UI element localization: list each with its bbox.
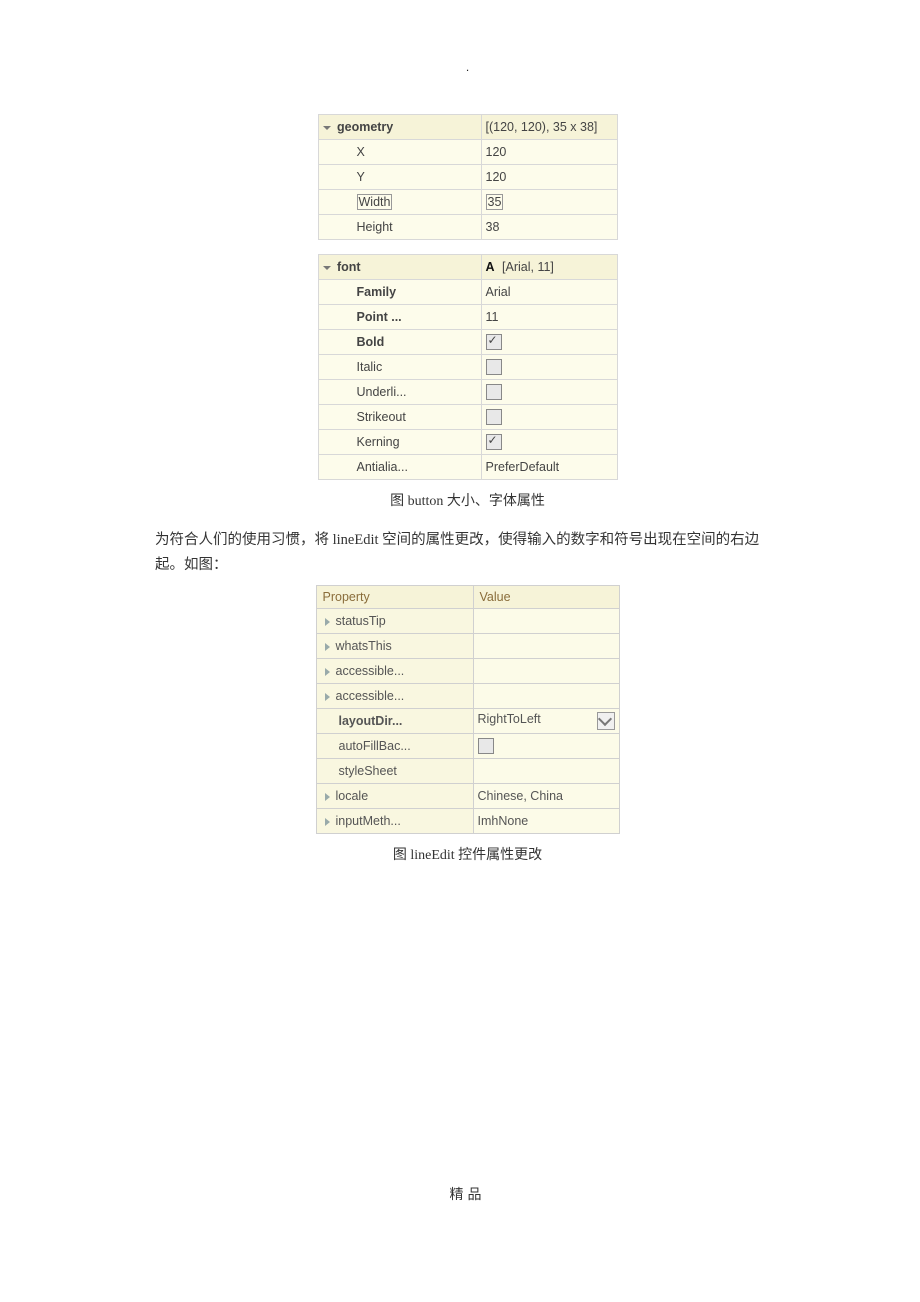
checkbox-icon[interactable] bbox=[486, 359, 502, 375]
checkbox-icon[interactable] bbox=[486, 434, 502, 450]
row-accessible2-label[interactable]: accessible... bbox=[316, 684, 473, 709]
row-stylesheet-value[interactable] bbox=[473, 759, 619, 784]
font-point-value[interactable]: 11 bbox=[481, 305, 617, 330]
font-bold-checkbox[interactable] bbox=[481, 330, 617, 355]
row-autofillbg-checkbox[interactable] bbox=[473, 734, 619, 759]
row-accessible2-value[interactable] bbox=[473, 684, 619, 709]
caption-button-props: 图 button 大小、字体属性 bbox=[155, 490, 780, 510]
expand-icon[interactable] bbox=[325, 693, 330, 701]
font-kerning-checkbox[interactable] bbox=[481, 430, 617, 455]
font-family-label[interactable]: Family bbox=[318, 280, 481, 305]
checkbox-icon[interactable] bbox=[486, 334, 502, 350]
expand-icon[interactable] bbox=[325, 618, 330, 626]
font-strikeout-checkbox[interactable] bbox=[481, 405, 617, 430]
row-whatsthis-label[interactable]: whatsThis bbox=[316, 634, 473, 659]
font-icon: A bbox=[486, 260, 495, 274]
font-underline-label[interactable]: Underli... bbox=[318, 380, 481, 405]
checkbox-icon[interactable] bbox=[478, 738, 494, 754]
row-stylesheet-label[interactable]: styleSheet bbox=[316, 759, 473, 784]
prop-width-label[interactable]: Width bbox=[318, 190, 481, 215]
font-italic-checkbox[interactable] bbox=[481, 355, 617, 380]
row-locale-value[interactable]: Chinese, China bbox=[473, 784, 619, 809]
row-statustip-label[interactable]: statusTip bbox=[316, 609, 473, 634]
geometry-header-label[interactable]: geometry bbox=[318, 115, 481, 140]
prop-y-value[interactable]: 120 bbox=[481, 165, 617, 190]
prop-x-value[interactable]: 120 bbox=[481, 140, 617, 165]
font-header-value[interactable]: A [Arial, 11] bbox=[481, 255, 617, 280]
prop-height-value[interactable]: 38 bbox=[481, 215, 617, 240]
row-locale-label[interactable]: locale bbox=[316, 784, 473, 809]
font-kerning-label[interactable]: Kerning bbox=[318, 430, 481, 455]
font-property-grid: font A [Arial, 11] FamilyArial Point ...… bbox=[318, 254, 618, 480]
expand-icon[interactable] bbox=[325, 668, 330, 676]
font-point-label[interactable]: Point ... bbox=[318, 305, 481, 330]
prop-y-label[interactable]: Y bbox=[318, 165, 481, 190]
row-accessible1-label[interactable]: accessible... bbox=[316, 659, 473, 684]
font-antialias-value[interactable]: PreferDefault bbox=[481, 455, 617, 480]
geometry-header-value[interactable]: [(120, 120), 35 x 38] bbox=[481, 115, 617, 140]
paragraph-lineedit: 为符合人们的使用习惯，将 lineEdit 空间的属性更改，使得输入的数字和符号… bbox=[155, 528, 780, 577]
col-header-property[interactable]: Property bbox=[316, 586, 473, 609]
prop-width-value[interactable]: 35 bbox=[481, 190, 617, 215]
font-family-value[interactable]: Arial bbox=[481, 280, 617, 305]
caption-lineedit-props: 图 lineEdit 控件属性更改 bbox=[155, 844, 780, 864]
page-dot: . bbox=[155, 60, 780, 74]
row-inputmeth-label[interactable]: inputMeth... bbox=[316, 809, 473, 834]
reset-icon[interactable] bbox=[597, 712, 615, 730]
font-underline-checkbox[interactable] bbox=[481, 380, 617, 405]
row-accessible1-value[interactable] bbox=[473, 659, 619, 684]
checkbox-icon[interactable] bbox=[486, 384, 502, 400]
font-bold-label[interactable]: Bold bbox=[318, 330, 481, 355]
expand-icon[interactable] bbox=[323, 266, 331, 270]
expand-icon[interactable] bbox=[325, 818, 330, 826]
expand-icon[interactable] bbox=[325, 643, 330, 651]
row-autofillbg-label[interactable]: autoFillBac... bbox=[316, 734, 473, 759]
font-strikeout-label[interactable]: Strikeout bbox=[318, 405, 481, 430]
expand-icon[interactable] bbox=[323, 126, 331, 130]
col-header-value[interactable]: Value bbox=[473, 586, 619, 609]
font-header-label[interactable]: font bbox=[318, 255, 481, 280]
geometry-property-grid: geometry [(120, 120), 35 x 38] X120 Y120… bbox=[318, 114, 618, 240]
page-footer: 精品 bbox=[155, 1184, 780, 1204]
row-layoutdir-label[interactable]: layoutDir... bbox=[316, 709, 473, 734]
prop-height-label[interactable]: Height bbox=[318, 215, 481, 240]
lineedit-property-table: Property Value statusTip whatsThis acces… bbox=[316, 585, 620, 834]
font-antialias-label[interactable]: Antialia... bbox=[318, 455, 481, 480]
row-inputmeth-value[interactable]: ImhNone bbox=[473, 809, 619, 834]
checkbox-icon[interactable] bbox=[486, 409, 502, 425]
font-italic-label[interactable]: Italic bbox=[318, 355, 481, 380]
row-whatsthis-value[interactable] bbox=[473, 634, 619, 659]
prop-x-label[interactable]: X bbox=[318, 140, 481, 165]
row-statustip-value[interactable] bbox=[473, 609, 619, 634]
expand-icon[interactable] bbox=[325, 793, 330, 801]
row-layoutdir-value[interactable]: RightToLeft bbox=[473, 709, 619, 734]
